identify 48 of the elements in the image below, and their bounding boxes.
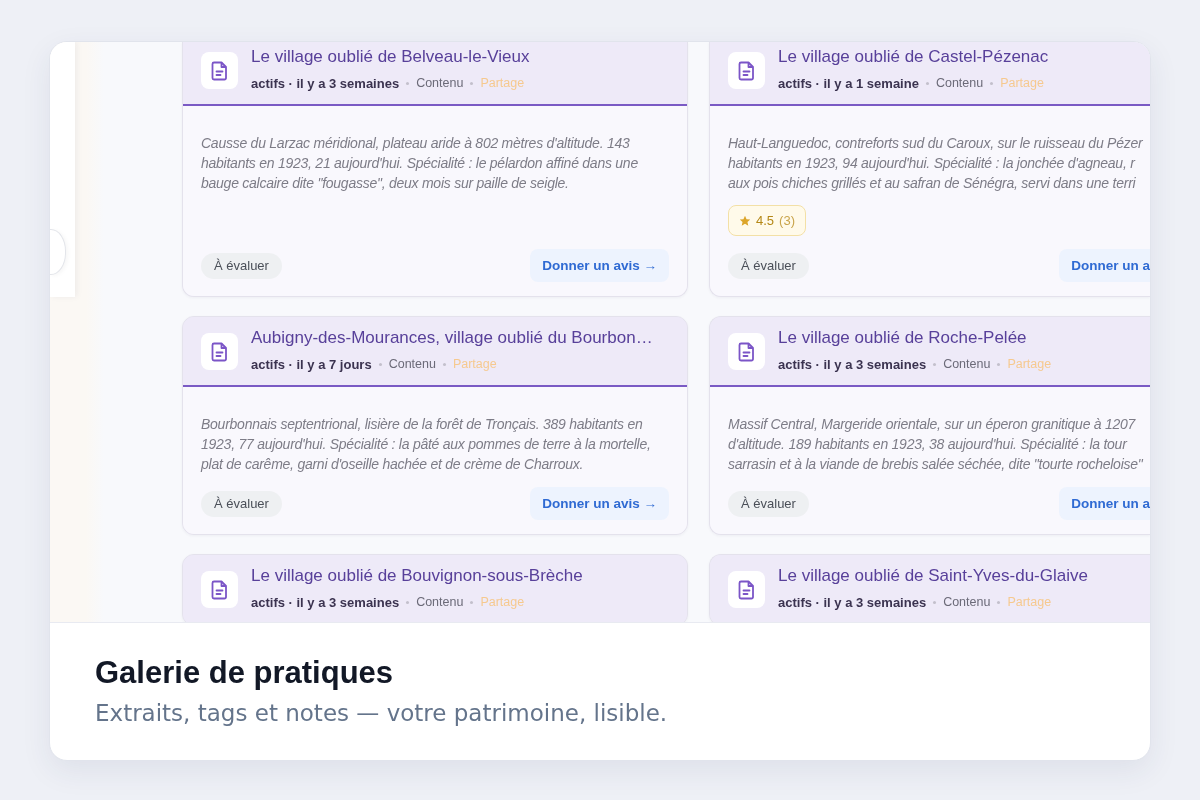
- tag-label: Partage: [480, 76, 525, 90]
- card-description: Bourbonnais septentrional, lisière de la forêt de Tronçais. 389 habitants en 1923, 77 aujourd'hui. Spécialité : la pâté aux pommes de terre à la mortelle, plat de carême, garni d'oseille hachée et de crème de Charroux.: [201, 415, 652, 474]
- card-description: Massif Central, Margeride orientale, sur un éperon granitique à 1207 d'altitude. 189 habitants en 1923, 38 aujourd'hui. Spécialité : la tour sarrasin et à la viande de brebis salée séchée, dite "tourte rocheloise": [728, 415, 1144, 474]
- card-title[interactable]: Le village oublié de Bouvignon-sous-Brèche: [251, 565, 583, 587]
- card-meta: actifs · il y a 3 semaines: [251, 594, 400, 610]
- document-icon: [728, 571, 765, 608]
- status-pill: À évaluer: [728, 490, 809, 517]
- tag-label: Contenu: [935, 76, 984, 90]
- tag-label: Contenu: [943, 357, 991, 371]
- tag-label: Contenu: [388, 357, 436, 371]
- review-button[interactable]: Donner un a: [1059, 487, 1150, 520]
- card-meta: actifs · il y a 3 semaines: [778, 356, 927, 372]
- caption-title: Galerie de pratiques: [95, 655, 395, 691]
- card-title[interactable]: Le village oublié de Roche-Pelée: [778, 327, 1052, 349]
- card-description: Causse du Larzac méridional, plateau aride à 802 mètres d'altitude. 143 habitants en 1923, 21 aujourd'hui. Spécialité : le pélardon affiné dans une bauge calcaire dite "fougasse", deux mois sur paille de seigle.: [201, 134, 639, 193]
- card-meta: actifs · il y a 3 semaines: [251, 75, 400, 91]
- card-meta: actifs · il y a 3 semaines: [778, 594, 927, 610]
- tag-label: Contenu: [416, 595, 464, 609]
- document-icon: [201, 333, 238, 370]
- review-button[interactable]: Donner un avis →: [530, 249, 669, 282]
- document-icon: [728, 333, 765, 370]
- tag-label: Contenu: [416, 76, 464, 90]
- collapse-toggle[interactable]: [50, 229, 66, 275]
- card-meta: actifs · il y a 7 jours: [251, 356, 372, 372]
- review-button[interactable]: Donner un avis →: [530, 487, 669, 520]
- tag-label: Partage: [1007, 595, 1052, 609]
- status-pill: À évaluer: [201, 490, 282, 517]
- star-icon: [739, 214, 751, 227]
- rating-count: (3): [779, 213, 795, 228]
- caption-subtitle: Extraits, tags et notes — votre patrimoine, lisible.: [95, 699, 669, 727]
- tag-label: Partage: [1000, 76, 1044, 90]
- document-icon: [201, 571, 238, 608]
- tag-label: Partage: [1007, 357, 1052, 371]
- card-description: Haut-Languedoc, contreforts sud du Caroux, sur le ruisseau du Pézer habitants en 1923, 94 aujourd'hui. Spécialité : la jonchée d'agneau, r aux pois chiches grillés et au safran de Sénégra, servi dans une terri: [728, 134, 1144, 193]
- document-icon: [728, 52, 765, 89]
- card-meta: actifs · il y a 1 semaine: [778, 75, 919, 91]
- tag-label: Partage: [452, 357, 497, 371]
- rating-value: 4.5: [756, 213, 775, 228]
- review-button[interactable]: Donner un a: [1059, 249, 1150, 282]
- card-title[interactable]: Le village oublié de Belveau-le-Vieux: [251, 46, 530, 68]
- status-pill: À évaluer: [728, 252, 809, 279]
- tag-label: Contenu: [943, 595, 991, 609]
- card-title[interactable]: Aubigny-des-Mourances, village oublié du Bourbon…: [251, 327, 653, 349]
- tag-label: Partage: [480, 595, 525, 609]
- status-pill: À évaluer: [201, 252, 282, 279]
- card-title[interactable]: Le village oublié de Castel-Pézenac: [778, 46, 1049, 68]
- document-icon: [201, 52, 238, 89]
- card-title[interactable]: Le village oublié de Saint-Yves-du-Glaive: [778, 565, 1088, 587]
